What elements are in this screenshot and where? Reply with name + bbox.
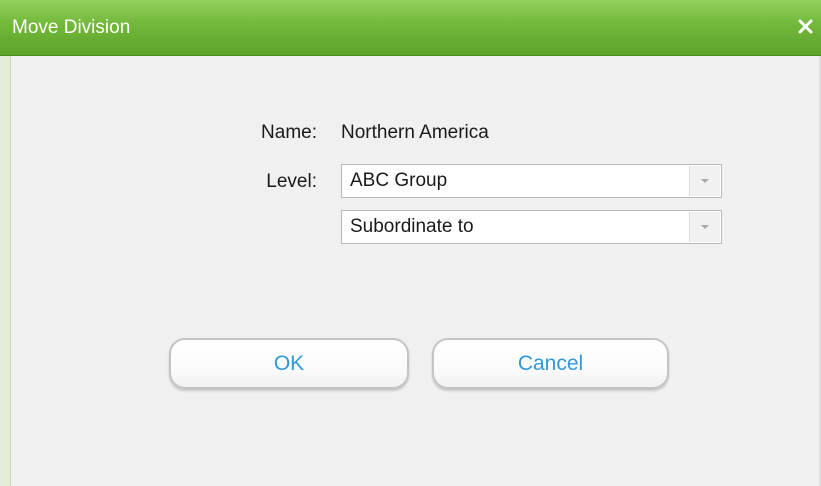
ok-button[interactable]: OK <box>169 338 409 389</box>
relation-select[interactable]: Subordinate to <box>341 210 722 244</box>
level-select-value: ABC Group <box>350 170 448 191</box>
relation-select-arrow[interactable] <box>689 212 720 242</box>
level-select-arrow[interactable] <box>689 166 720 196</box>
title-bar[interactable]: Move Division <box>0 0 821 56</box>
close-icon <box>795 14 817 38</box>
dialog-title: Move Division <box>12 17 131 38</box>
name-value: Northern America <box>341 122 489 143</box>
close-button[interactable] <box>795 14 817 38</box>
level-select[interactable]: ABC Group <box>341 164 722 198</box>
cancel-button[interactable]: Cancel <box>432 338 669 389</box>
name-label: Name: <box>261 122 317 143</box>
dialog-left-border <box>0 56 11 486</box>
move-division-dialog: Move Division Name: Northern America Lev… <box>0 0 821 486</box>
level-label: Level: <box>266 171 317 192</box>
relation-select-value: Subordinate to <box>350 216 474 237</box>
